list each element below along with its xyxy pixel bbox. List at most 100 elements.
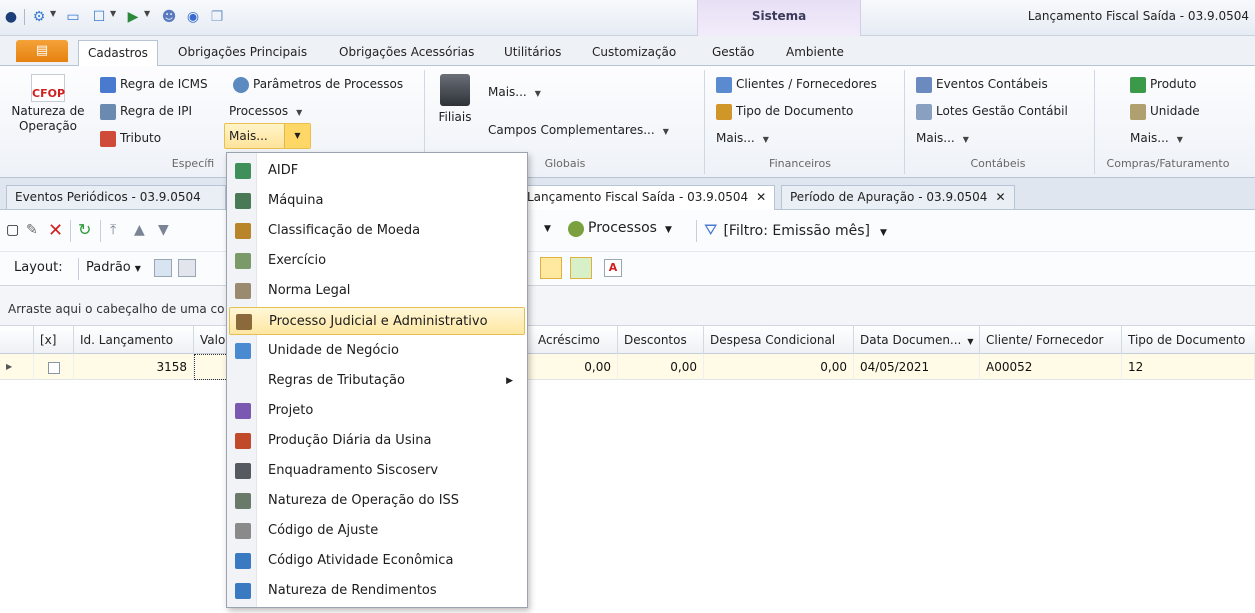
- tab-ambiente[interactable]: Ambiente: [777, 40, 853, 66]
- chevron-down-icon[interactable]: ▼: [284, 124, 310, 148]
- menu-item[interactable]: Norma Legal: [229, 277, 525, 305]
- cell-tipo[interactable]: 12: [1122, 354, 1255, 380]
- pdf-icon[interactable]: A: [604, 259, 622, 277]
- clientes-fornecedores-button[interactable]: Clientes / Fornecedores: [716, 74, 877, 94]
- tributo-button[interactable]: Tributo: [100, 128, 161, 148]
- globe-icon[interactable]: ◉: [184, 8, 202, 26]
- processos-toolbar-button[interactable]: Processos ▼: [568, 220, 672, 237]
- natureza-operacao-button[interactable]: CFOP Natureza de Operação: [8, 74, 88, 154]
- edit-icon[interactable]: ✎: [26, 222, 38, 238]
- mais-globais-dropdown[interactable]: Mais... ▼: [488, 82, 541, 102]
- cell-id[interactable]: 3158: [74, 354, 194, 380]
- menu-item[interactable]: Código Atividade Econômica: [229, 547, 525, 575]
- doc-tab-label: Período de Apuração - 03.9.0504: [790, 190, 988, 204]
- eventos-contabeis-button[interactable]: Eventos Contábeis: [916, 74, 1048, 94]
- mais-compras-dropdown[interactable]: Mais... ▼: [1130, 128, 1183, 148]
- save-layout-icon[interactable]: [154, 259, 172, 277]
- chevron-down-icon: ▼: [662, 127, 669, 136]
- filiais-button[interactable]: Filiais: [432, 74, 478, 124]
- lotes-gestao-button[interactable]: Lotes Gestão Contábil: [916, 101, 1068, 121]
- menu-item[interactable]: Processo Judicial e Administrativo: [229, 307, 525, 335]
- lotes-label: Lotes Gestão Contábil: [936, 104, 1068, 118]
- close-icon[interactable]: ✕: [756, 190, 766, 204]
- unidade-button[interactable]: Unidade: [1130, 101, 1200, 121]
- divider: [696, 220, 697, 242]
- cell-data[interactable]: 04/05/2021: [854, 354, 980, 380]
- tab-cadastros[interactable]: Cadastros: [78, 40, 158, 67]
- menu-item[interactable]: Exercício: [229, 247, 525, 275]
- menu-item[interactable]: Código de Ajuste: [229, 517, 525, 545]
- menu-item[interactable]: Natureza de Operação do ISS: [229, 487, 525, 515]
- settings-icon[interactable]: ⚙: [30, 8, 48, 26]
- processos-dropdown[interactable]: Processos ▼: [229, 101, 302, 121]
- column-header-id[interactable]: Id. Lançamento: [74, 326, 194, 354]
- tab-obrigacoes-principais[interactable]: Obrigações Principais: [169, 40, 316, 66]
- menu-item[interactable]: Natureza de Rendimentos: [229, 577, 525, 605]
- new-icon[interactable]: ▢: [6, 222, 19, 238]
- previous-record-icon[interactable]: ▲: [134, 222, 145, 238]
- row-checkbox[interactable]: [34, 354, 74, 380]
- app-menu-button[interactable]: ▤: [16, 40, 68, 62]
- campos-complementares-dropdown[interactable]: Campos Complementares... ▼: [488, 120, 669, 140]
- regra-ipi-button[interactable]: Regra de IPI: [100, 101, 192, 121]
- tab-customizacao[interactable]: Customização: [583, 40, 685, 66]
- chevron-down-icon[interactable]: ▼: [110, 9, 116, 18]
- refresh-icon[interactable]: ↻: [78, 220, 91, 239]
- people-icon: [235, 343, 251, 359]
- tab-utilitarios[interactable]: Utilitários: [495, 40, 570, 66]
- produto-label: Produto: [1150, 77, 1197, 91]
- parametros-processos-button[interactable]: Parâmetros de Processos: [233, 74, 403, 94]
- mais-financeiros-dropdown[interactable]: Mais... ▼: [716, 128, 769, 148]
- play-icon[interactable]: ▶: [124, 8, 142, 26]
- column-header-cliente[interactable]: Cliente/ Fornecedor: [980, 326, 1122, 354]
- column-header-acrescimo[interactable]: Acréscimo: [532, 326, 618, 354]
- menu-item[interactable]: Classificação de Moeda: [229, 217, 525, 245]
- first-record-icon[interactable]: ⤒: [110, 222, 116, 238]
- gears-icon: [568, 220, 584, 237]
- menu-item[interactable]: Regras de Tributação ▶: [229, 367, 525, 395]
- table-view-icon[interactable]: [570, 257, 592, 279]
- filtro-button[interactable]: ⛛ [Filtro: Emissão mês] ▼: [704, 220, 887, 240]
- cell-acrescimo[interactable]: 0,00: [532, 354, 618, 380]
- menu-item[interactable]: Máquina: [229, 187, 525, 215]
- delete-icon[interactable]: ✕: [48, 220, 63, 241]
- users-icon[interactable]: ☻: [160, 8, 178, 26]
- column-header-tipo[interactable]: Tipo de Documento: [1122, 326, 1255, 354]
- panel-icon[interactable]: ☐: [90, 8, 108, 26]
- cell-descontos[interactable]: 0,00: [618, 354, 704, 380]
- menu-item-label: Processo Judicial e Administrativo: [269, 314, 488, 329]
- menu-item[interactable]: Projeto: [229, 397, 525, 425]
- tipo-documento-button[interactable]: Tipo de Documento: [716, 101, 853, 121]
- doc-tab-eventos-periodicos[interactable]: Eventos Periódicos - 03.9.0504: [6, 185, 226, 209]
- column-header-descontos[interactable]: Descontos: [618, 326, 704, 354]
- chevron-down-icon[interactable]: ▼: [544, 224, 551, 234]
- next-record-icon[interactable]: ▼: [158, 222, 169, 238]
- menu-item[interactable]: Enquadramento Siscoserv: [229, 457, 525, 485]
- column-header-despesa[interactable]: Despesa Condicional: [704, 326, 854, 354]
- layout-options-icon[interactable]: [178, 259, 196, 277]
- window-icon[interactable]: ▭: [64, 8, 82, 26]
- doc-tab-lancamento-fiscal[interactable]: Lançamento Fiscal Saída - 03.9.0504 ✕: [518, 185, 776, 210]
- menu-item[interactable]: AIDF: [229, 157, 525, 185]
- chevron-down-icon[interactable]: ▼: [144, 9, 150, 18]
- menu-item[interactable]: Unidade de Negócio: [229, 337, 525, 365]
- tab-gestao[interactable]: Gestão: [703, 40, 763, 66]
- doc-tab-periodo-apuracao[interactable]: Período de Apuração - 03.9.0504 ✕: [781, 185, 1015, 209]
- layout-select[interactable]: Padrão ▼: [86, 260, 141, 275]
- context-group-title: Sistema: [751, 9, 807, 23]
- mais-contabeis-dropdown[interactable]: Mais... ▼: [916, 128, 969, 148]
- copy-icon[interactable]: ❐: [208, 8, 226, 26]
- regra-icms-button[interactable]: Regra de ICMS: [100, 74, 208, 94]
- menu-item[interactable]: Produção Diária da Usina: [229, 427, 525, 455]
- produto-button[interactable]: Produto: [1130, 74, 1196, 94]
- close-icon[interactable]: ✕: [995, 190, 1005, 204]
- factory-icon: [235, 433, 251, 449]
- column-header-select[interactable]: [x]: [34, 326, 74, 354]
- chevron-down-icon[interactable]: ▼: [50, 9, 56, 18]
- grid-view-icon[interactable]: [540, 257, 562, 279]
- column-header-data[interactable]: Data Documen... ▼: [854, 326, 980, 354]
- cell-despesa[interactable]: 0,00: [704, 354, 854, 380]
- cell-cliente[interactable]: A00052: [980, 354, 1122, 380]
- tab-obrigacoes-acessorias[interactable]: Obrigações Acessórias: [330, 40, 483, 66]
- app-orb-icon[interactable]: ●: [2, 8, 20, 26]
